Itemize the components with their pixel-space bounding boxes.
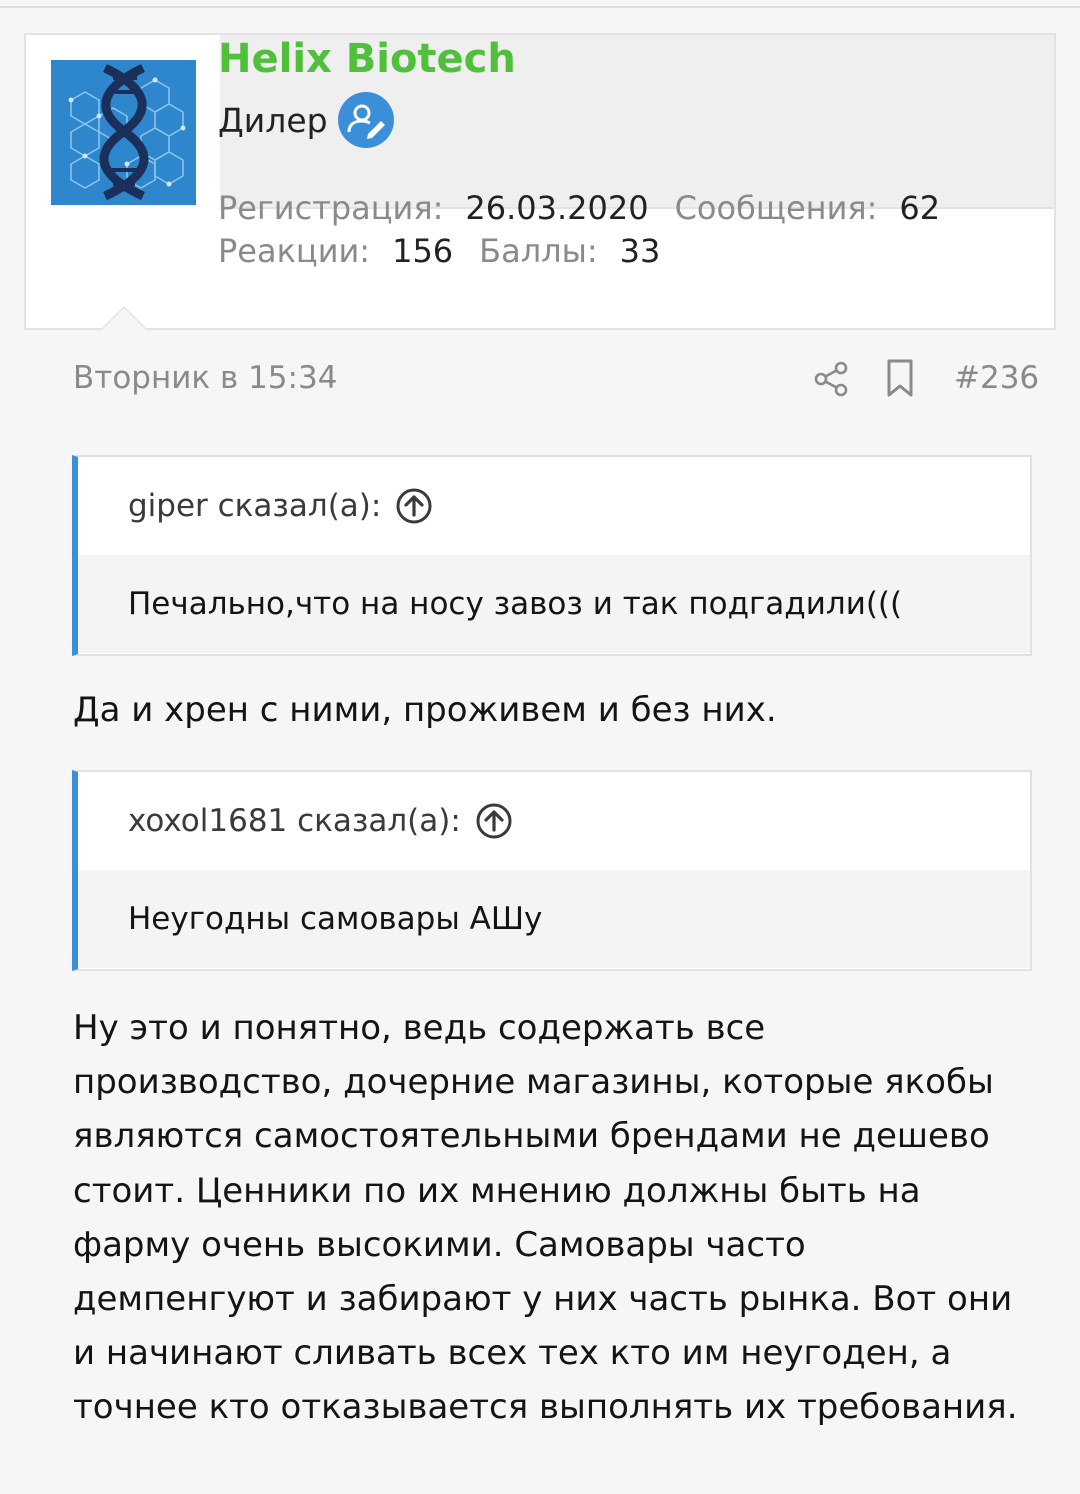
user-card	[24, 33, 1056, 330]
messages-label: Сообщения:	[674, 189, 878, 227]
quote-text: Неугодны самовары АШу	[78, 870, 1030, 968]
quote-block: xoxol1681 сказал(а): Неугодны самовары А…	[72, 770, 1032, 971]
arrow-up-circle-icon[interactable]	[395, 487, 433, 525]
post-text-paragraph: Ну это и понятно, ведь содержать все про…	[73, 1008, 1018, 1428]
username-link[interactable]: Helix Biotech	[218, 36, 516, 82]
quote-block: giper сказал(а): Печально,что на носу за…	[72, 455, 1032, 656]
post-number-link[interactable]: #236	[954, 360, 1039, 396]
messages-value: 62	[899, 189, 941, 227]
registration-value: 26.03.2020	[465, 189, 649, 227]
stats-row-2: Реакции: 156 Баллы: 33	[218, 230, 940, 273]
registration-label: Регистрация:	[218, 189, 444, 227]
post-date-link[interactable]: Вторник в 15:34	[73, 360, 337, 396]
quote-text: Печально,что на носу завоз и так подгади…	[78, 555, 1030, 653]
share-icon[interactable]	[812, 360, 850, 398]
top-divider	[0, 6, 1080, 8]
quote-author-link[interactable]: giper сказал(а):	[128, 488, 381, 524]
avatar[interactable]	[51, 60, 196, 205]
card-pointer	[102, 308, 146, 330]
user-role: Дилер	[218, 92, 394, 148]
bookmark-icon[interactable]	[884, 358, 916, 398]
quote-author-link[interactable]: xoxol1681 сказал(а):	[128, 803, 461, 839]
points-label: Баллы:	[479, 232, 598, 270]
user-edit-icon	[337, 92, 394, 148]
reactions-value: 156	[392, 232, 454, 270]
quote-header: xoxol1681 сказал(а):	[78, 772, 1030, 870]
quote-header: giper сказал(а):	[78, 457, 1030, 555]
user-role-label: Дилер	[218, 100, 328, 140]
reactions-label: Реакции:	[218, 232, 371, 270]
stats-row-1: Регистрация: 26.03.2020 Сообщения: 62	[218, 187, 940, 230]
user-stats: Регистрация: 26.03.2020 Сообщения: 62 Реакц…	[218, 187, 940, 273]
post-text-line: Да и хрен с ними, проживем и без них.	[73, 690, 777, 730]
points-value: 33	[619, 232, 661, 270]
arrow-up-circle-icon[interactable]	[475, 802, 513, 840]
